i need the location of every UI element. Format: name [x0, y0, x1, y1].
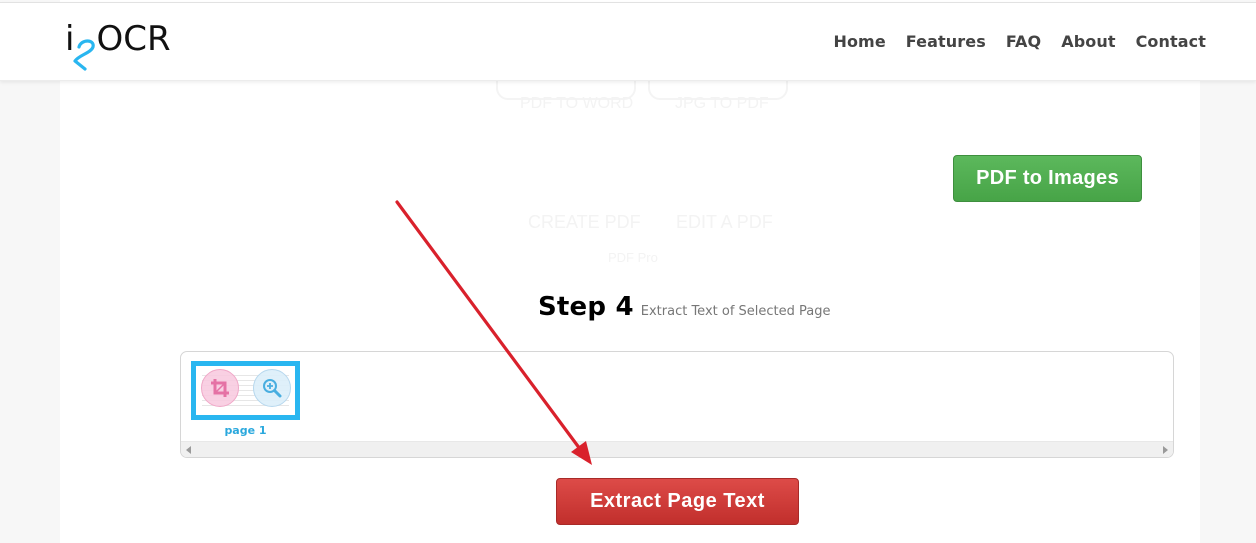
step-description: Extract Text of Selected Page: [640, 304, 831, 319]
nav-about[interactable]: About: [1061, 32, 1115, 51]
pdf-to-images-button[interactable]: PDF to Images: [953, 155, 1142, 202]
nav-faq[interactable]: FAQ: [1006, 32, 1041, 51]
logo[interactable]: i OCR: [65, 19, 195, 75]
nav-home[interactable]: Home: [833, 32, 885, 51]
nav-features[interactable]: Features: [906, 32, 986, 51]
horizontal-scrollbar[interactable]: [181, 441, 1173, 457]
crop-button[interactable]: [201, 369, 239, 407]
zoom-button[interactable]: [253, 369, 291, 407]
page-label: page 1: [224, 424, 267, 437]
page-panel: [60, 0, 1200, 543]
step-title: Step 4: [538, 292, 634, 322]
page-thumbnail[interactable]: [191, 361, 300, 420]
crop-icon: [211, 379, 229, 397]
scroll-left-icon[interactable]: [186, 446, 191, 454]
extract-page-text-button[interactable]: Extract Page Text: [556, 478, 799, 525]
logo-ocr: OCR: [96, 19, 171, 59]
zoom-in-icon: [263, 379, 282, 398]
nav-contact[interactable]: Contact: [1136, 32, 1206, 51]
step-heading: Step 4 Extract Text of Selected Page: [538, 292, 831, 322]
site-header: i OCR Home Features FAQ About Contact: [0, 2, 1256, 81]
logo-two-glyph-icon: [73, 39, 95, 71]
page-thumbnails-panel: page 1: [180, 351, 1174, 458]
scroll-right-icon[interactable]: [1163, 446, 1168, 454]
main-nav: Home Features FAQ About Contact: [833, 32, 1206, 51]
